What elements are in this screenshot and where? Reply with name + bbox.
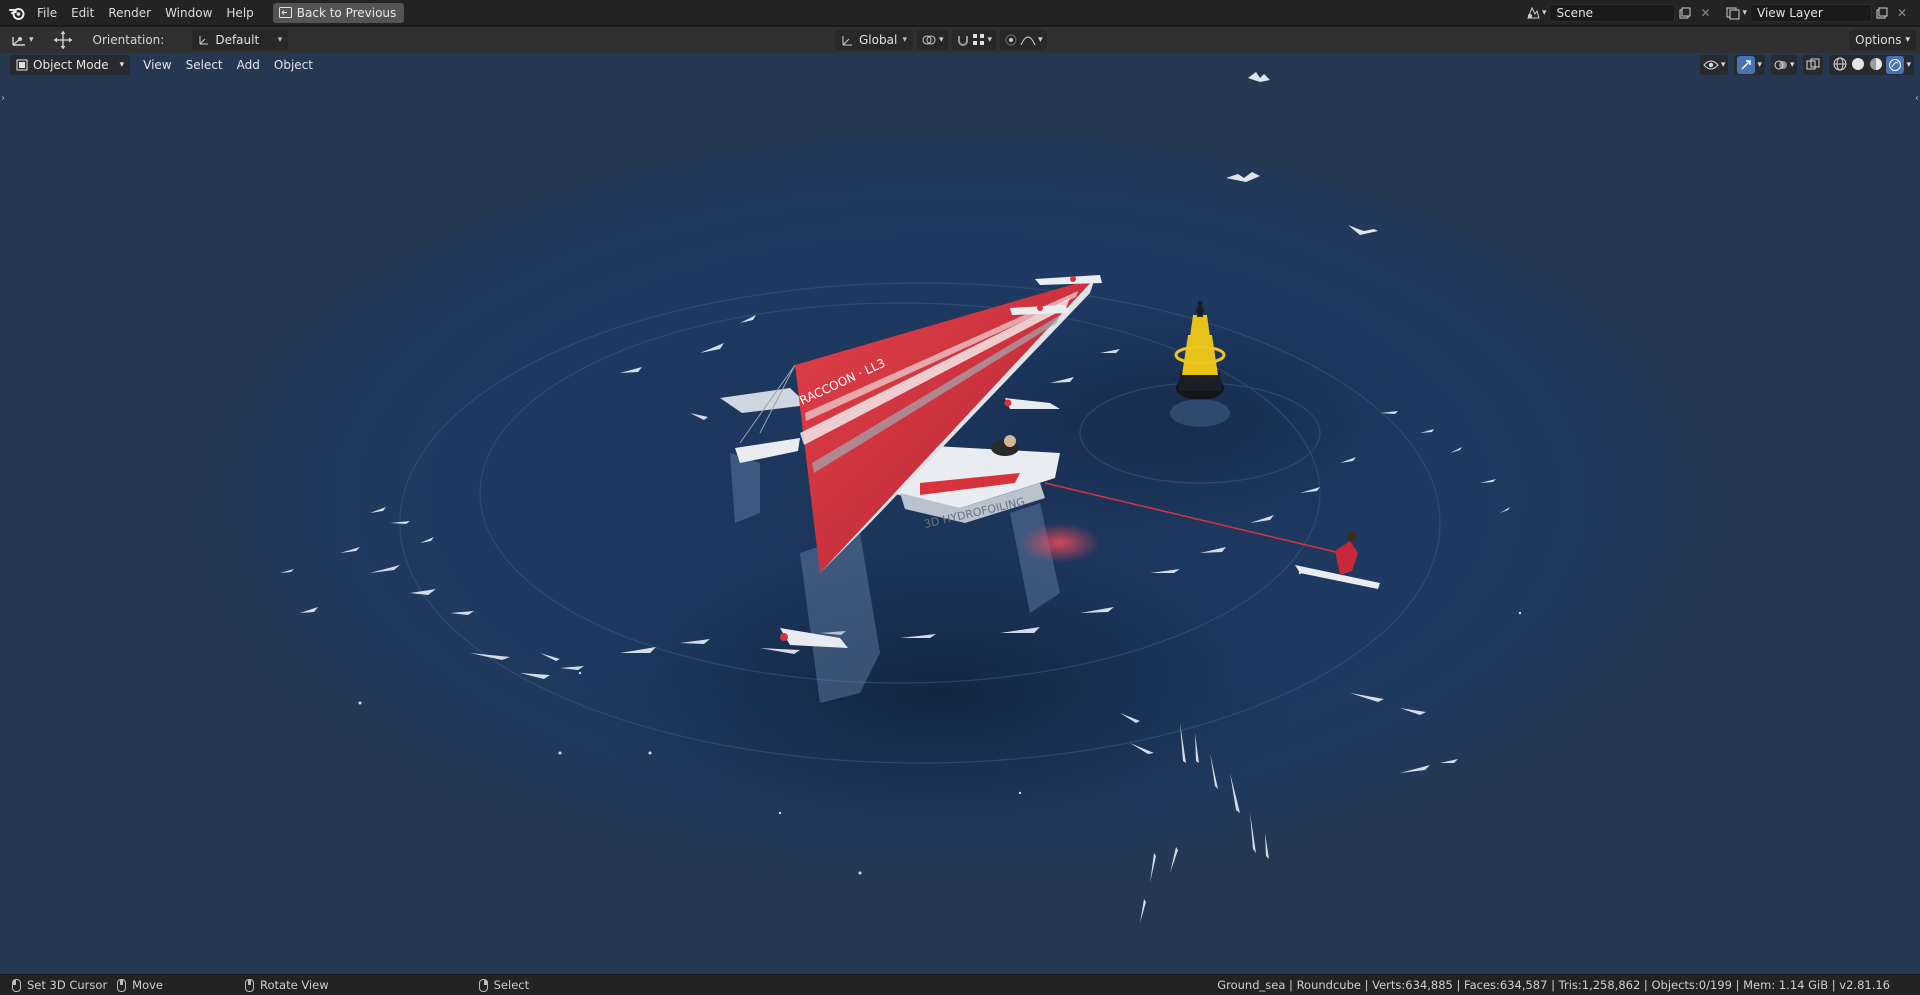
orientation-value: Default (215, 33, 260, 47)
status-select: Select (478, 978, 530, 992)
solid-shading-icon[interactable] (1850, 56, 1866, 75)
view-layer-icon (1726, 7, 1740, 20)
viewport-header: Object Mode ▾ View Select Add Object ▾ ▾ (0, 53, 1920, 77)
top-menu-bar: File Edit Render Window Help Back to Pre… (0, 0, 1920, 26)
object-mode-value: Object Mode (33, 58, 109, 72)
rendered-shading-icon[interactable] (1886, 56, 1905, 74)
shading-mode-group[interactable]: ▾ (1829, 55, 1914, 75)
screen-back-icon (278, 7, 292, 18)
status-bar: Set 3D Cursor Move Rotate View Select Gr… (0, 974, 1920, 995)
scene-name-value: Scene (1556, 6, 1594, 20)
overlays-toggle-group[interactable]: ▾ (1770, 55, 1798, 75)
back-to-previous-label: Back to Previous (296, 5, 397, 20)
chevron-down-icon: ▾ (902, 35, 907, 45)
chevron-down-icon: ▾ (29, 35, 34, 45)
sidebar-expand-arrow-icon[interactable]: ‹ (1915, 93, 1919, 104)
new-scene-icon[interactable] (1675, 3, 1695, 23)
chevron-down-icon: ▾ (1789, 60, 1795, 70)
mouse-left-icon (12, 978, 21, 992)
rotate-view-label: Rotate View (260, 978, 329, 992)
proportional-editing-group[interactable]: ▾ (1000, 30, 1047, 50)
visibility-dropdown[interactable]: ▾ (1699, 55, 1729, 75)
new-view-layer-icon[interactable] (1872, 3, 1892, 23)
delete-view-layer-icon[interactable]: ✕ (1892, 3, 1912, 23)
red-light-glow (1020, 523, 1100, 563)
scene-browse-dropdown[interactable]: ▾ (1523, 3, 1550, 23)
gizmo-icon[interactable] (1737, 56, 1756, 74)
chevron-down-icon: ▾ (1906, 60, 1911, 70)
menu-edit[interactable]: Edit (64, 2, 101, 24)
viewport-menu-object[interactable]: Object (267, 58, 320, 72)
falloff-curve-icon (1020, 36, 1036, 46)
xray-toggle[interactable] (1803, 55, 1824, 75)
viewport-menu-select[interactable]: Select (179, 58, 230, 72)
delete-scene-icon[interactable]: ✕ (1695, 3, 1715, 23)
select-label: Select (493, 978, 530, 992)
chevron-down-icon: ▾ (1541, 8, 1547, 18)
snap-toggle-group[interactable]: ▾ (951, 30, 997, 50)
view-layer-name-value: View Layer (1757, 6, 1823, 20)
viewport-render: 3D HYDROFOILING RACCOON · LL3 (0, 53, 1920, 974)
transform-orientation-dropdown[interactable]: Global ▾ (835, 30, 913, 50)
back-to-previous-button[interactable]: Back to Previous (272, 2, 405, 23)
status-move: Move (117, 978, 163, 992)
wireframe-shading-icon[interactable] (1832, 56, 1848, 75)
view-layer-browse-dropdown[interactable]: ▾ (1723, 3, 1750, 23)
object-mode-dropdown[interactable]: Object Mode ▾ (10, 55, 131, 75)
mouse-middle-drag-icon (117, 978, 127, 992)
menu-window[interactable]: Window (158, 2, 219, 24)
gizmo-toggle-group[interactable]: ▾ (1734, 55, 1765, 75)
chevron-down-icon: ▾ (987, 35, 993, 45)
orientation-label: Orientation: (92, 33, 165, 47)
viewport-menu-view[interactable]: View (136, 58, 178, 72)
toolbar-expand-arrow-icon[interactable]: › (1, 93, 5, 104)
chevron-down-icon: ▾ (277, 35, 283, 45)
3d-viewport-editor-icon (12, 37, 25, 46)
menu-render[interactable]: Render (101, 2, 158, 24)
object-mode-icon (16, 59, 28, 71)
transform-orientation-value: Global (859, 33, 898, 47)
move-label: Move (132, 978, 164, 992)
eye-visibility-icon (1703, 60, 1719, 70)
snap-increment-icon (972, 34, 984, 45)
options-dropdown[interactable]: Options ▾ (1849, 30, 1916, 50)
scene-statistics: Ground_sea | Roundcube | Verts:634,885 |… (1217, 978, 1890, 992)
options-label: Options (1855, 33, 1902, 47)
orientation-axis-icon (199, 36, 209, 45)
move-tool-icon[interactable] (51, 30, 75, 50)
mouse-right-icon (478, 978, 488, 992)
pivot-point-dropdown[interactable]: ▾ (917, 30, 948, 50)
mouse-middle-icon (245, 978, 255, 992)
viewport-menu-add[interactable]: Add (230, 58, 267, 72)
chevron-down-icon: ▾ (939, 35, 944, 45)
chevron-down-icon: ▾ (1038, 35, 1043, 45)
tool-header: ▾ Orientation: Default ▾ Global ▾ ▾ ▾ ▾ … (0, 27, 1920, 53)
orientation-dropdown[interactable]: Default ▾ (192, 30, 289, 50)
chevron-down-icon: ▾ (1905, 35, 1910, 45)
overlays-icon (1774, 60, 1787, 70)
status-set-3d-cursor: Set 3D Cursor (12, 978, 107, 992)
view-layer-name-field[interactable]: View Layer (1750, 4, 1872, 22)
xray-icon (1806, 58, 1820, 70)
pivot-point-icon (922, 35, 936, 45)
chevron-down-icon: ▾ (1720, 60, 1726, 70)
3d-viewport[interactable]: 3D HYDROFOILING RACCOON · LL3 Object Mod… (0, 53, 1920, 974)
scene-icon (1527, 6, 1540, 19)
chevron-down-icon: ▾ (1757, 60, 1762, 70)
editor-type-dropdown[interactable]: ▾ (8, 30, 37, 50)
global-axis-icon (842, 35, 852, 45)
menu-file[interactable]: File (30, 2, 64, 24)
proportional-edit-icon (1005, 34, 1017, 46)
scene-name-field[interactable]: Scene (1549, 4, 1676, 22)
sea-shadow-patch (580, 543, 1300, 843)
status-rotate-view: Rotate View (245, 978, 329, 992)
chevron-down-icon: ▾ (1742, 8, 1747, 18)
blender-logo-icon[interactable] (4, 0, 30, 26)
chevron-down-icon: ▾ (119, 60, 125, 70)
set-3d-cursor-label: Set 3D Cursor (27, 978, 108, 992)
snap-magnet-icon (957, 36, 968, 46)
menu-help[interactable]: Help (219, 2, 260, 24)
material-shading-icon[interactable] (1868, 56, 1884, 75)
